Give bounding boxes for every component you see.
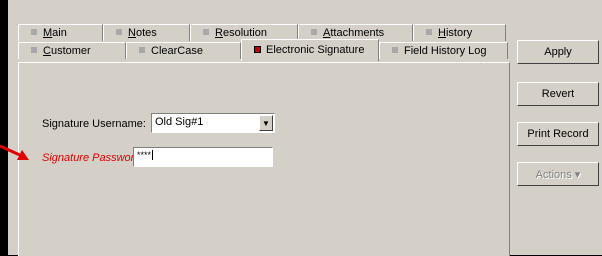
tab-indicator-icon bbox=[31, 47, 37, 53]
tab-indicator-icon bbox=[31, 29, 37, 35]
tab-active-indicator-icon bbox=[254, 46, 261, 53]
tab-field-history-log[interactable]: Field History Log bbox=[379, 42, 508, 59]
apply-button[interactable]: Apply bbox=[517, 40, 599, 64]
tab-clearcase[interactable]: ClearCase bbox=[126, 42, 241, 59]
red-arrow-icon bbox=[0, 144, 29, 160]
signature-password-input[interactable]: **** bbox=[133, 147, 273, 167]
print-record-button[interactable]: Print Record bbox=[517, 122, 599, 146]
tab-indicator-icon bbox=[203, 29, 209, 35]
tab-main[interactable]: Main bbox=[18, 24, 103, 41]
text-cursor bbox=[152, 150, 156, 160]
tab-electronic-signature[interactable]: Electronic Signature bbox=[241, 39, 379, 61]
signature-username-label: Signature Username: bbox=[42, 118, 146, 130]
tab-notes[interactable]: Notes bbox=[103, 24, 190, 41]
tab-indicator-icon bbox=[116, 29, 122, 35]
tab-indicator-icon bbox=[139, 47, 145, 53]
tab-indicator-icon bbox=[392, 47, 398, 53]
signature-password-label: Signature Password: bbox=[42, 152, 144, 164]
tab-indicator-icon bbox=[426, 29, 432, 35]
revert-button[interactable]: Revert bbox=[517, 82, 599, 106]
tab-customer[interactable]: Customer bbox=[18, 42, 126, 59]
chevron-down-icon[interactable]: ▼ bbox=[259, 115, 273, 131]
tab-history[interactable]: History bbox=[413, 24, 506, 41]
tab-indicator-icon bbox=[311, 29, 317, 35]
tab-row-front: Customer ClearCase Electronic Signature … bbox=[18, 39, 508, 61]
signature-username-combo[interactable]: Old Sig#1 ▼ bbox=[151, 113, 275, 133]
actions-button[interactable]: Actions ▾ bbox=[517, 162, 599, 186]
